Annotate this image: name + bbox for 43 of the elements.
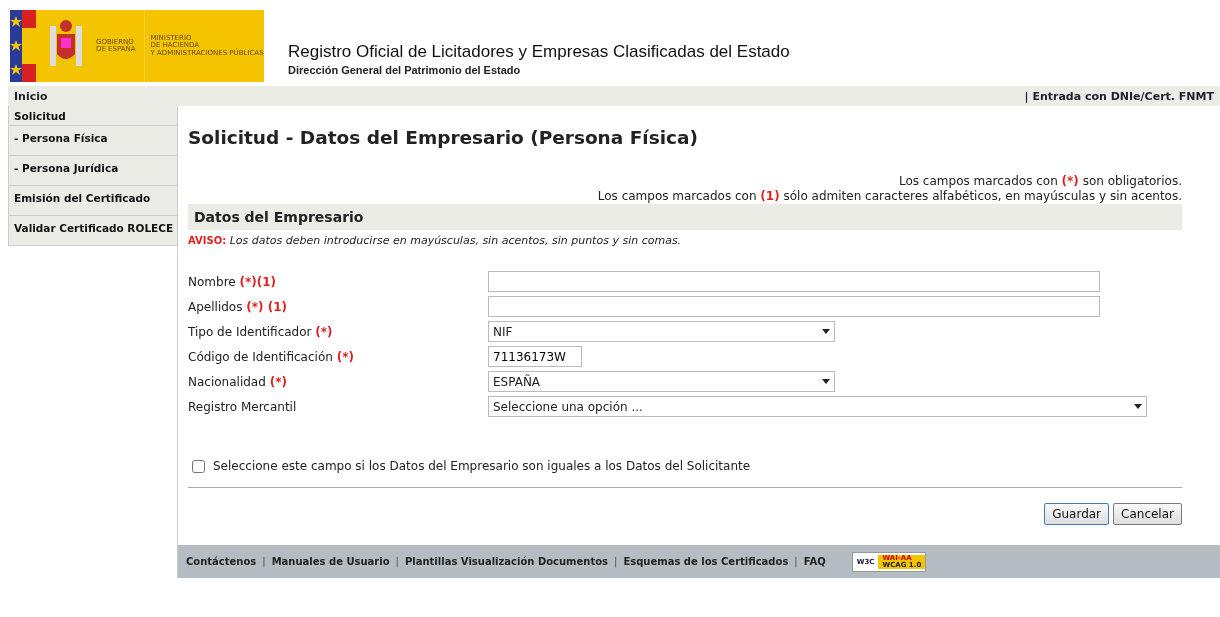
warning-text: AVISO: Los datos deben introducirse en mayúsculas, sin acentos, sin puntos y sin comas. — [188, 232, 683, 249]
caret-icon — [822, 379, 830, 385]
field-label: Nombre (*)(1) — [188, 273, 278, 291]
cancel-button[interactable]: Cancelar — [1113, 503, 1182, 526]
field-label: Registro Mercantil — [188, 398, 298, 416]
input-field[interactable] — [488, 296, 1100, 318]
footer-link[interactable]: Manuales de Usuario — [271, 554, 390, 570]
login-link[interactable]: | Entrada con DNIe/Cert. FNMT — [1024, 89, 1214, 103]
input-field[interactable]: 71136173W — [488, 346, 582, 368]
page-title: Solicitud - Datos del Empresario (Persona Física) — [188, 126, 699, 150]
input-field[interactable] — [488, 271, 1100, 293]
sidebar-item[interactable]: Validar Certificado ROLECE — [8, 216, 178, 246]
caret-icon — [822, 329, 830, 335]
separator-text: | — [614, 555, 618, 570]
footer-link[interactable]: Plantillas Visualización Documentos — [404, 554, 609, 570]
separator-text: | — [395, 555, 399, 570]
separator-text: | — [794, 555, 798, 570]
checkbox[interactable] — [192, 459, 205, 473]
dropdown-field[interactable]: NIF — [488, 321, 835, 343]
site-title: Registro Oficial de Licitadores y Empresas Clasificadas del Estado — [288, 42, 790, 62]
field-label: Código de Identificación (*) — [188, 348, 355, 366]
separator-text: | — [262, 555, 266, 570]
footer-link[interactable]: Contáctenos — [186, 554, 257, 570]
field-label: Tipo de Identificador (*) — [188, 323, 334, 341]
dropdown-field[interactable]: Seleccione una opción ... — [488, 396, 1147, 418]
footer-link[interactable]: FAQ — [803, 554, 826, 570]
sidebar-item[interactable]: Solicitud — [8, 106, 178, 126]
sidebar-item[interactable]: - Persona Física — [8, 126, 178, 156]
note-text: Los campos marcados con (*) son obligatorios. — [898, 173, 1182, 189]
sidebar-item[interactable]: Emisión del Certificado — [8, 186, 178, 216]
caret-icon — [1134, 404, 1142, 410]
home-link[interactable]: Inicio — [14, 89, 48, 103]
save-button[interactable]: Guardar — [1044, 503, 1110, 526]
section-header: Datos del Empresario — [188, 203, 1182, 230]
field-label: Nacionalidad (*) — [188, 373, 288, 391]
checkbox-label: Seleccione este campo si los Datos del Empresario son iguales a los Datos del Solicitante — [213, 458, 751, 476]
field-label: Apellidos (*) (1) — [188, 298, 288, 316]
note-text: Los campos marcados con (1) sólo admiten caracteres alfabéticos, en mayúsculas y sin acentos. — [596, 188, 1182, 204]
site-subtitle: Dirección General del Patrimonio del Estado — [288, 62, 522, 78]
coat-of-arms-drawing — [50, 20, 82, 66]
footer-link[interactable]: Esquemas de los Certificados — [623, 554, 789, 570]
sidebar-item[interactable]: - Persona Jurídica — [8, 156, 178, 186]
dropdown-field[interactable]: ESPAÑA — [488, 371, 835, 393]
